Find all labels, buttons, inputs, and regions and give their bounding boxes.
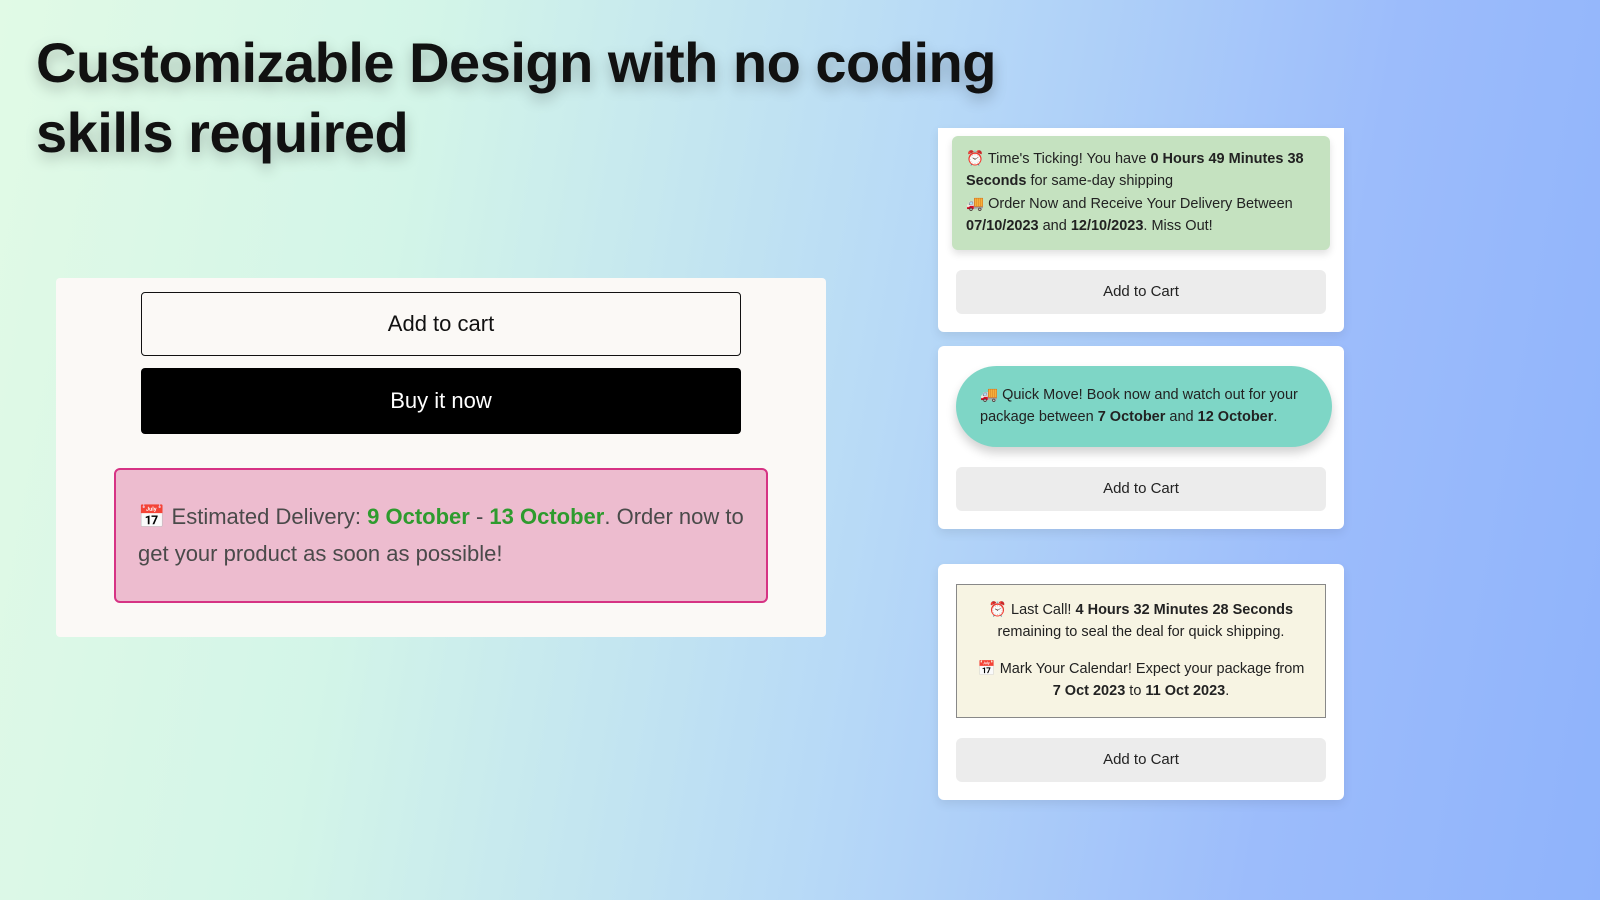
banner-prefix: Estimated Delivery: [172,504,368,529]
banner-dash: - [470,504,490,529]
clock-icon: ⏰ [966,151,984,167]
big-preview-card: Add to cart Buy it now 📅 Estimated Deliv… [56,278,826,637]
c2-line1e: . [1273,409,1277,425]
preview-card-2: 🚚 Quick Move! Book now and watch out for… [938,346,1344,529]
add-to-cart-button[interactable]: Add to cart [141,292,741,356]
page-title: Customizable Design with no coding skill… [36,28,1036,168]
c2-date-end: 12 October [1198,409,1274,425]
truck-icon: 🚚 [980,387,998,403]
c3-line2a: Mark Your Calendar! Expect your package … [1000,661,1305,677]
c2-line1c: and [1165,409,1197,425]
add-to-cart-button-c2[interactable]: Add to Cart [956,467,1326,511]
c1-line1a: Time's Ticking! You have [988,151,1151,167]
preview-card-1: ⏰ Time's Ticking! You have 0 Hours 49 Mi… [938,128,1344,332]
c1-line2a: Order Now and Receive Your Delivery Betw… [988,196,1293,212]
truck-icon: 🚚 [966,196,984,212]
c1-line2e: . Miss Out! [1143,218,1212,234]
c1-date-end: 12/10/2023 [1071,218,1144,234]
add-to-cart-button-c3[interactable]: Add to Cart [956,738,1326,782]
clock-icon: ⏰ [989,602,1007,618]
message-box-teal: 🚚 Quick Move! Book now and watch out for… [956,366,1332,447]
c3-line1a: Last Call! [1011,602,1075,618]
c3-date-end: 11 Oct 2023 [1145,683,1225,699]
banner-date-end: 13 October [489,504,604,529]
c1-line2c: and [1039,218,1071,234]
message-box-cream: ⏰ Last Call! 4 Hours 32 Minutes 28 Secon… [956,584,1326,718]
delivery-banner-pink: 📅 Estimated Delivery: 9 October - 13 Oct… [114,468,768,603]
message-box-green: ⏰ Time's Ticking! You have 0 Hours 49 Mi… [952,136,1330,250]
banner-date-start: 9 October [367,504,470,529]
c2-date-start: 7 October [1098,409,1166,425]
c1-line1c: for same-day shipping [1026,173,1173,189]
c3-countdown: 4 Hours 32 Minutes 28 Seconds [1076,602,1294,618]
add-to-cart-button-c1[interactable]: Add to Cart [956,270,1326,314]
preview-card-3: ⏰ Last Call! 4 Hours 32 Minutes 28 Secon… [938,564,1344,800]
calendar-icon: 📅 [978,661,996,677]
c1-date-start: 07/10/2023 [966,218,1039,234]
c3-line2e: . [1225,683,1229,699]
calendar-icon: 📅 [138,504,165,529]
buy-now-button[interactable]: Buy it now [141,368,741,434]
c3-date-start: 7 Oct 2023 [1053,683,1126,699]
c3-line2c: to [1125,683,1145,699]
c3-line1c: remaining to seal the deal for quick shi… [998,624,1285,640]
